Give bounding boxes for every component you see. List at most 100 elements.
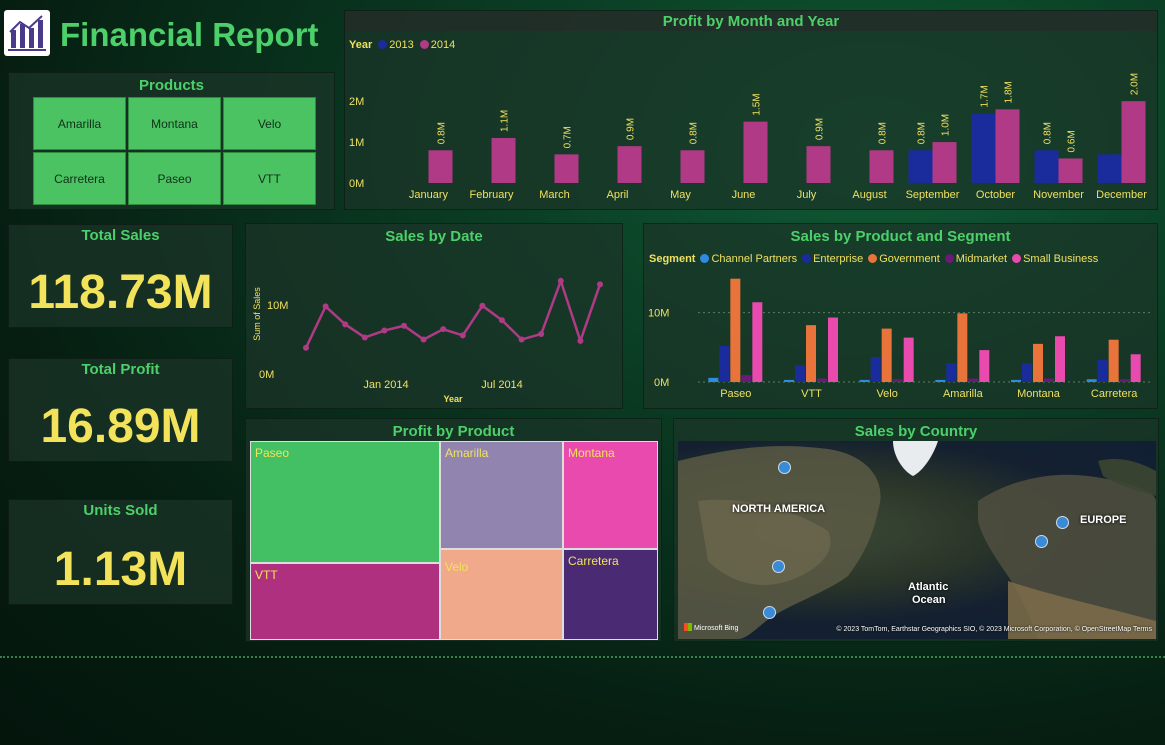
treemap-cell-velo[interactable]: Velo bbox=[440, 549, 563, 640]
treemap-label: Montana bbox=[568, 446, 615, 460]
treemap-cell-paseo[interactable]: Paseo bbox=[250, 441, 440, 563]
map-marker-canada[interactable] bbox=[778, 461, 791, 474]
data-point[interactable] bbox=[381, 327, 388, 334]
bar-2014-march[interactable] bbox=[554, 154, 579, 183]
bar-2014-september[interactable] bbox=[932, 142, 957, 183]
bar-2013-september[interactable] bbox=[908, 150, 933, 183]
slicer-button-vtt[interactable]: VTT bbox=[223, 152, 316, 205]
map-canvas[interactable]: NORTH AMERICA EUROPE Atlantic Ocean Micr… bbox=[678, 441, 1156, 639]
bar-2014-october[interactable] bbox=[995, 109, 1020, 183]
bar-2014-may[interactable] bbox=[680, 150, 705, 183]
map-marker-france[interactable] bbox=[1035, 535, 1048, 548]
kpi-card-total-profit[interactable]: Total Profit 16.89M bbox=[8, 358, 233, 462]
data-label: 0.8M bbox=[917, 122, 928, 144]
x-tick-label: VTT bbox=[801, 388, 822, 400]
bar-2014-january[interactable] bbox=[428, 150, 453, 183]
map-attribution[interactable]: © 2023 TomTom, Earthstar Geographics SIO… bbox=[836, 626, 1152, 633]
bar-montana-enterprise[interactable] bbox=[1022, 363, 1032, 382]
bar-carretera-channel-partners[interactable] bbox=[1086, 379, 1097, 382]
profit-by-month-chart[interactable]: Profit by Month and Year Year 2013 2014 … bbox=[344, 10, 1158, 210]
bar-montana-midmarket[interactable] bbox=[1044, 378, 1054, 382]
bar-amarilla-midmarket[interactable] bbox=[968, 378, 979, 382]
bar-montana-small-business[interactable] bbox=[1055, 336, 1065, 382]
report-title: Financial Report bbox=[60, 16, 319, 53]
bar-2014-november[interactable] bbox=[1058, 158, 1083, 183]
treemap-cell-vtt[interactable]: VTT bbox=[250, 563, 440, 640]
bar-velo-small-business[interactable] bbox=[903, 337, 914, 382]
slicer-button-paseo[interactable]: Paseo bbox=[128, 152, 221, 205]
bar-carretera-midmarket[interactable] bbox=[1119, 379, 1130, 382]
data-point[interactable] bbox=[479, 302, 486, 309]
bar-amarilla-government[interactable] bbox=[957, 313, 968, 382]
kpi-value: 118.73M bbox=[28, 266, 213, 319]
bar-velo-enterprise[interactable] bbox=[870, 357, 881, 382]
bar-vtt-government[interactable] bbox=[806, 325, 816, 382]
sales-by-product-segment-chart[interactable]: Sales by Product and Segment Segment Cha… bbox=[643, 223, 1158, 409]
bar-carretera-government[interactable] bbox=[1108, 339, 1119, 382]
kpi-card-units-sold[interactable]: Units Sold 1.13M bbox=[8, 499, 233, 605]
bar-2013-october[interactable] bbox=[971, 113, 996, 183]
data-label: 0.9M bbox=[626, 118, 637, 140]
data-point[interactable] bbox=[577, 337, 584, 344]
bar-paseo-enterprise[interactable] bbox=[719, 345, 730, 382]
bar-2013-november[interactable] bbox=[1034, 150, 1059, 183]
slicer-button-amarilla[interactable]: Amarilla bbox=[33, 97, 126, 150]
bar-montana-channel-partners[interactable] bbox=[1011, 379, 1021, 382]
data-point[interactable] bbox=[538, 331, 545, 337]
profit-by-product-treemap[interactable]: Profit by Product Paseo VTT Amarilla Vel… bbox=[245, 418, 662, 642]
bar-vtt-channel-partners[interactable] bbox=[784, 379, 794, 382]
bar-amarilla-channel-partners[interactable] bbox=[935, 379, 946, 382]
slicer-button-carretera[interactable]: Carretera bbox=[33, 152, 126, 205]
bar-2014-july[interactable] bbox=[806, 146, 831, 183]
data-point[interactable] bbox=[459, 332, 466, 339]
bar-2014-april[interactable] bbox=[617, 146, 642, 183]
kpi-card-total-sales[interactable]: Total Sales 118.73M bbox=[8, 224, 233, 328]
sales-by-date-chart[interactable]: Sales by Date 0M 10M Sum of Sales Jan 2014 J… bbox=[245, 223, 623, 409]
data-point[interactable] bbox=[440, 326, 447, 333]
map-marker-mexico[interactable] bbox=[763, 606, 776, 619]
data-label: 1.0M bbox=[941, 114, 952, 136]
bar-amarilla-small-business[interactable] bbox=[979, 350, 990, 382]
data-point[interactable] bbox=[322, 303, 329, 310]
bar-paseo-small-business[interactable] bbox=[752, 302, 763, 382]
data-point[interactable] bbox=[518, 336, 525, 343]
bar-velo-channel-partners[interactable] bbox=[859, 379, 870, 382]
bar-paseo-midmarket[interactable] bbox=[741, 375, 752, 382]
data-point[interactable] bbox=[361, 334, 368, 341]
bar-amarilla-enterprise[interactable] bbox=[946, 363, 957, 382]
bar-velo-midmarket[interactable] bbox=[892, 379, 903, 382]
treemap-cell-montana[interactable]: Montana bbox=[563, 441, 658, 549]
bar-vtt-small-business[interactable] bbox=[828, 317, 838, 382]
bar-velo-government[interactable] bbox=[881, 328, 892, 382]
map-marker-germany[interactable] bbox=[1056, 516, 1069, 529]
bar-vtt-midmarket[interactable] bbox=[817, 378, 827, 382]
data-point[interactable] bbox=[597, 281, 603, 288]
slicer-button-velo[interactable]: Velo bbox=[223, 97, 316, 150]
bar-2013-december[interactable] bbox=[1097, 154, 1122, 183]
bar-carretera-small-business[interactable] bbox=[1130, 354, 1141, 382]
bar-paseo-government[interactable] bbox=[730, 278, 741, 382]
data-label: 1.1M bbox=[500, 110, 511, 132]
data-point[interactable] bbox=[499, 317, 505, 324]
bar-vtt-enterprise[interactable] bbox=[795, 365, 805, 382]
data-point[interactable] bbox=[557, 277, 564, 284]
sales-by-country-map[interactable]: Sales by Country NORTH AMERICA EUROPE At… bbox=[673, 418, 1159, 642]
bar-2014-june[interactable] bbox=[743, 121, 768, 183]
bar-montana-government[interactable] bbox=[1033, 343, 1043, 382]
treemap-cell-carretera[interactable]: Carretera bbox=[563, 549, 658, 640]
x-tick-label: August bbox=[852, 189, 886, 201]
products-slicer-title: Products bbox=[138, 77, 204, 94]
data-point[interactable] bbox=[303, 344, 309, 351]
bar-2014-december[interactable] bbox=[1121, 101, 1146, 183]
bar-carretera-enterprise[interactable] bbox=[1097, 359, 1108, 382]
kpi-title: Units Sold bbox=[83, 502, 158, 519]
data-point[interactable] bbox=[420, 336, 427, 343]
slicer-button-montana[interactable]: Montana bbox=[128, 97, 221, 150]
data-point[interactable] bbox=[342, 321, 349, 328]
data-point[interactable] bbox=[401, 322, 407, 329]
map-marker-united-states[interactable] bbox=[772, 560, 785, 573]
bar-paseo-channel-partners[interactable] bbox=[708, 377, 719, 382]
bar-2014-february[interactable] bbox=[491, 138, 516, 183]
bar-2014-august[interactable] bbox=[869, 150, 894, 183]
treemap-cell-amarilla[interactable]: Amarilla bbox=[440, 441, 563, 549]
